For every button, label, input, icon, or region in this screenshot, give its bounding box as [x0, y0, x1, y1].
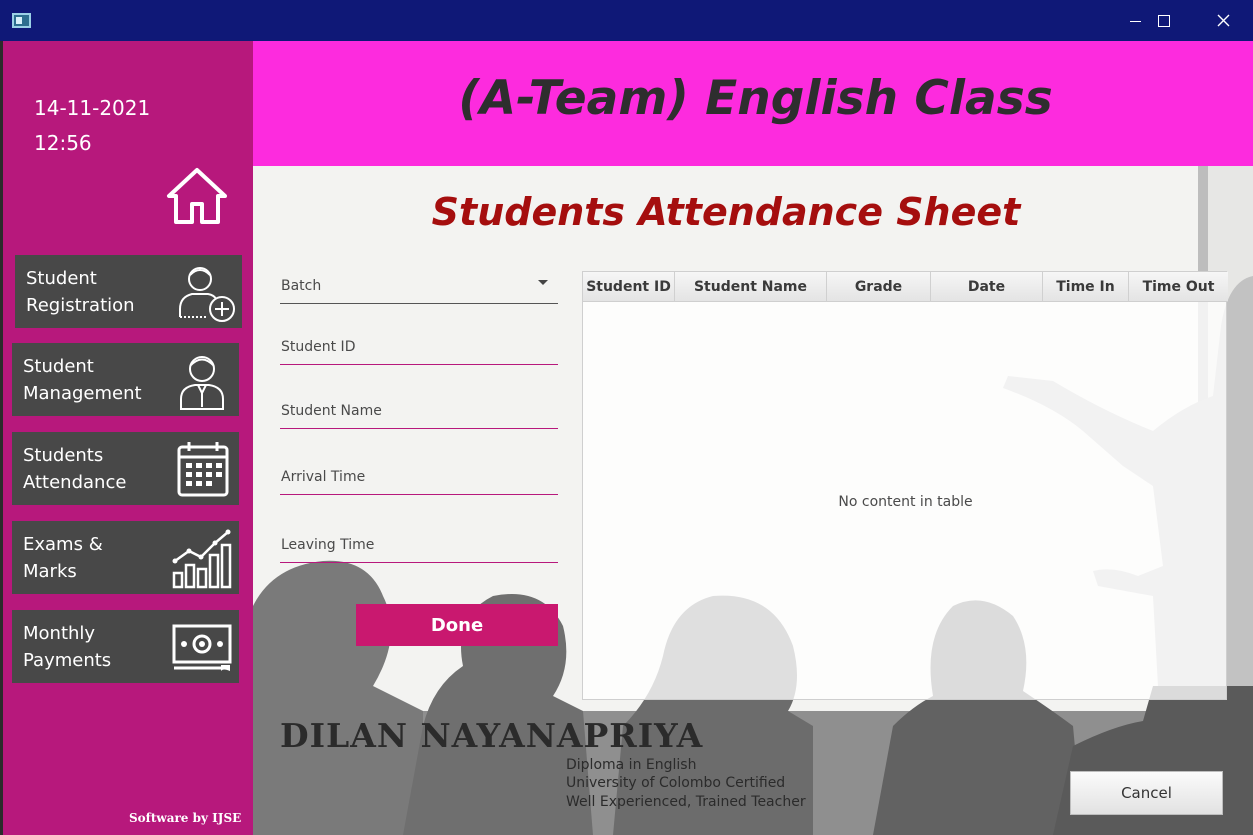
sidebar: 14-11-2021 12:56 Student Registration Stu…	[0, 41, 253, 835]
close-icon	[1217, 14, 1229, 27]
attendance-panel: Students Attendance Sheet Batch Student …	[253, 166, 1253, 835]
arrival-time-field[interactable]: Arrival Time	[280, 459, 558, 495]
nav-label: Exams & Marks	[23, 533, 103, 582]
nav-label: Student Management	[23, 355, 142, 404]
window-titlebar	[0, 0, 1253, 41]
nav-label: Monthly Payments	[23, 622, 112, 671]
nav-label: Students Attendance	[23, 444, 127, 493]
teacher-name: Dilan Nayanapriya	[280, 716, 704, 755]
leaving-time-field[interactable]: Leaving Time	[280, 527, 558, 563]
column-header-student-name[interactable]: Student Name	[675, 272, 827, 302]
sheet-title: Students Attendance Sheet	[431, 190, 1021, 234]
qualification-line: Diploma in English	[566, 757, 697, 773]
bar-chart-icon	[172, 529, 232, 589]
nav-students-attendance[interactable]: Students Attendance	[12, 432, 239, 505]
current-date: 14-11-2021	[34, 96, 151, 120]
cancel-button[interactable]: Cancel	[1070, 771, 1223, 815]
column-header-date[interactable]: Date	[931, 272, 1043, 302]
table-empty-message: No content in table	[838, 494, 973, 510]
done-button[interactable]: Done	[356, 604, 558, 646]
table-header: Student ID Student Name Grade Date Time …	[583, 272, 1228, 302]
chevron-down-icon[interactable]	[538, 280, 548, 285]
maximize-button[interactable]	[1135, 0, 1193, 41]
column-header-student-id[interactable]: Student ID	[583, 272, 675, 302]
student-name-placeholder: Student Name	[281, 403, 382, 419]
add-user-icon	[179, 267, 235, 322]
app-title: (A-Team) English Class	[458, 71, 1053, 126]
qualification-line: Well Experienced, Trained Teacher	[566, 794, 806, 810]
nav-student-management[interactable]: Student Management	[12, 343, 239, 416]
column-header-grade[interactable]: Grade	[827, 272, 931, 302]
attendance-table[interactable]: Student ID Student Name Grade Date Time …	[582, 271, 1228, 700]
qualification-line: University of Colombo Certified	[566, 775, 786, 791]
nav-monthly-payments[interactable]: Monthly Payments	[12, 610, 239, 683]
software-credit: Software by IJSE	[129, 811, 242, 825]
home-icon[interactable]	[165, 166, 229, 226]
close-button[interactable]	[1194, 0, 1252, 41]
money-icon	[172, 624, 232, 671]
student-name-field[interactable]: Student Name	[280, 393, 558, 429]
calendar-icon	[177, 442, 229, 497]
current-time: 12:56	[34, 131, 92, 155]
app-window-icon	[12, 13, 31, 28]
nav-student-registration[interactable]: Student Registration	[15, 255, 242, 328]
batch-dropdown[interactable]: Batch	[280, 268, 558, 304]
batch-label: Batch	[281, 278, 322, 294]
column-header-time-in[interactable]: Time In	[1043, 272, 1129, 302]
nav-exams-marks[interactable]: Exams & Marks	[12, 521, 239, 594]
user-tie-icon	[180, 356, 224, 410]
maximize-icon	[1158, 14, 1170, 27]
leaving-time-placeholder: Leaving Time	[281, 537, 375, 553]
arrival-time-placeholder: Arrival Time	[281, 469, 366, 485]
app-header: (A-Team) English Class	[253, 41, 1253, 166]
student-id-placeholder: Student ID	[281, 339, 356, 355]
student-id-field[interactable]: Student ID	[280, 329, 558, 365]
column-header-time-out[interactable]: Time Out	[1129, 272, 1228, 302]
nav-label: Student Registration	[26, 267, 135, 316]
